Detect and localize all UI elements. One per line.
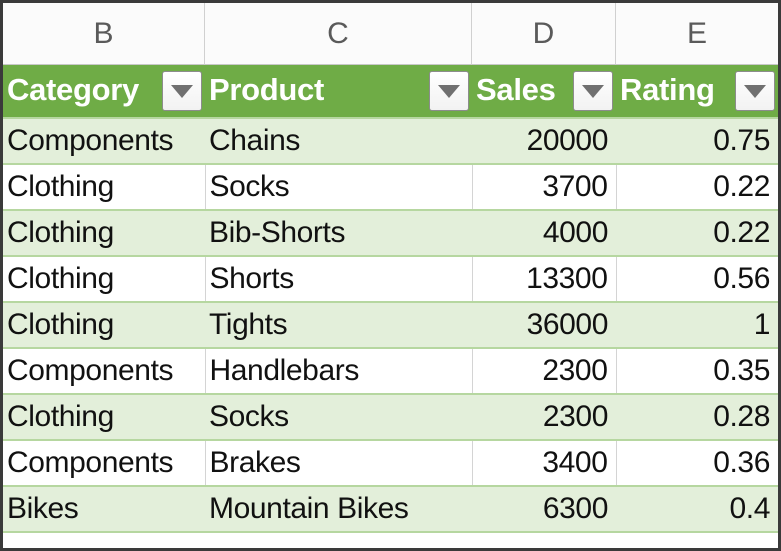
column-header-c[interactable]: C xyxy=(205,3,472,65)
cell-category[interactable]: Clothing xyxy=(3,393,205,441)
cell-category[interactable]: Components xyxy=(3,440,206,486)
column-header-strip: B C D E xyxy=(3,3,778,65)
cell-rating[interactable]: 0.56 xyxy=(616,256,778,302)
column-header-d[interactable]: D xyxy=(472,3,616,65)
cell-category[interactable]: Clothing xyxy=(3,164,206,210)
cell-sales[interactable]: 4000 xyxy=(472,209,616,257)
cell-rating[interactable]: 1 xyxy=(616,301,778,349)
cell-sales[interactable]: 20000 xyxy=(472,117,616,165)
table-header-rating-label: Rating xyxy=(620,72,715,107)
spreadsheet-grid: B C D E Category Product Sales Rating Co… xyxy=(0,0,781,551)
table-row[interactable]: Components Handlebars 2300 0.35 xyxy=(3,348,778,394)
table-header-category-label: Category xyxy=(7,72,139,107)
chevron-down-icon xyxy=(438,84,460,98)
filter-button-rating[interactable] xyxy=(735,71,775,111)
column-header-e[interactable]: E xyxy=(616,3,778,65)
table-body: Components Chains 20000 0.75 Clothing Socks 37… xyxy=(3,117,778,533)
table-header-sales-label: Sales xyxy=(476,72,556,107)
cell-rating[interactable]: 0.22 xyxy=(616,209,778,257)
cell-rating[interactable]: 0.22 xyxy=(616,164,778,210)
table-row[interactable]: Clothing Shorts 13300 0.56 xyxy=(3,256,778,302)
table-header-rating: Rating xyxy=(616,65,778,118)
cell-product[interactable]: Mountain Bikes xyxy=(205,485,472,533)
cell-category[interactable]: Clothing xyxy=(3,301,205,349)
cell-category[interactable]: Clothing xyxy=(3,209,205,257)
cell-product[interactable]: Brakes xyxy=(205,440,473,486)
cell-category[interactable]: Clothing xyxy=(3,256,206,302)
cell-sales[interactable]: 3700 xyxy=(472,164,617,210)
cell-rating[interactable]: 0.75 xyxy=(616,117,778,165)
cell-rating[interactable]: 0.4 xyxy=(616,485,778,533)
cell-category[interactable]: Components xyxy=(3,348,206,394)
column-header-b-label: B xyxy=(93,16,114,50)
cell-sales[interactable]: 2300 xyxy=(472,348,617,394)
cell-sales[interactable]: 13300 xyxy=(472,256,617,302)
cell-product[interactable]: Shorts xyxy=(205,256,473,302)
cell-category[interactable]: Bikes xyxy=(3,485,205,533)
table-row[interactable]: Bikes Mountain Bikes 6300 0.4 xyxy=(3,485,778,533)
table-row[interactable]: Clothing Socks 2300 0.28 xyxy=(3,393,778,441)
filter-button-category[interactable] xyxy=(162,71,202,111)
cell-sales[interactable]: 6300 xyxy=(472,485,616,533)
table-row[interactable]: Clothing Socks 3700 0.22 xyxy=(3,164,778,210)
cell-category[interactable]: Components xyxy=(3,117,205,165)
filter-button-product[interactable] xyxy=(429,71,469,111)
column-header-e-label: E xyxy=(686,16,707,50)
cell-product[interactable]: Bib-Shorts xyxy=(205,209,472,257)
cell-product[interactable]: Socks xyxy=(205,164,473,210)
table-header-row: Category Product Sales Rating xyxy=(3,65,778,118)
cell-rating[interactable]: 0.36 xyxy=(616,440,778,486)
table-header-sales: Sales xyxy=(472,65,616,118)
cell-rating[interactable]: 0.28 xyxy=(616,393,778,441)
chevron-down-icon xyxy=(744,84,766,98)
chevron-down-icon xyxy=(582,84,604,98)
cell-product[interactable]: Tights xyxy=(205,301,472,349)
cell-sales[interactable]: 3400 xyxy=(472,440,617,486)
column-header-c-label: C xyxy=(327,16,349,50)
table-row[interactable]: Clothing Tights 36000 1 xyxy=(3,301,778,349)
table-header-product: Product xyxy=(205,65,472,118)
cell-product[interactable]: Socks xyxy=(205,393,472,441)
table-row[interactable]: Components Chains 20000 0.75 xyxy=(3,117,778,165)
cell-product[interactable]: Handlebars xyxy=(205,348,473,394)
table-header-category: Category xyxy=(3,65,205,118)
cell-sales[interactable]: 2300 xyxy=(472,393,616,441)
cell-rating[interactable]: 0.35 xyxy=(616,348,778,394)
column-header-d-label: D xyxy=(532,16,555,50)
filter-button-sales[interactable] xyxy=(573,71,613,111)
chevron-down-icon xyxy=(171,84,193,98)
table-row[interactable]: Clothing Bib-Shorts 4000 0.22 xyxy=(3,209,778,257)
column-header-b[interactable]: B xyxy=(3,3,205,65)
table-row[interactable]: Components Brakes 3400 0.36 xyxy=(3,440,778,486)
cell-sales[interactable]: 36000 xyxy=(472,301,616,349)
table-header-product-label: Product xyxy=(209,72,325,107)
cell-product[interactable]: Chains xyxy=(205,117,472,165)
data-table: Category Product Sales Rating Components… xyxy=(3,65,778,533)
